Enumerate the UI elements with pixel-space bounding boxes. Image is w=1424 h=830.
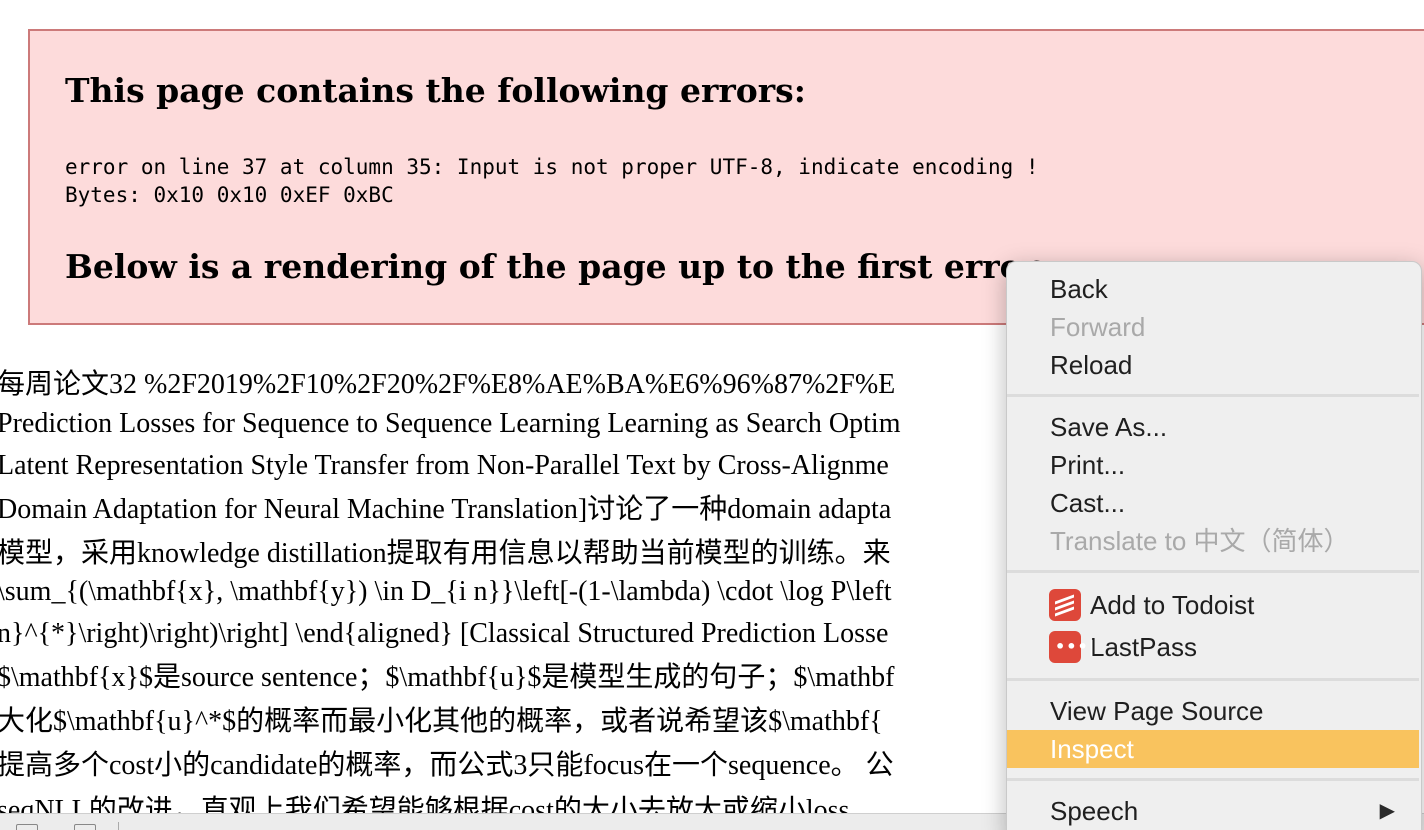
todoist-icon: [1049, 589, 1081, 621]
content-line: seqNLL的改进，直观上我们希望能够根据cost的大小去放大或缩小loss: [0, 795, 850, 813]
content-line: n}^{*}\right)\right)\right] \end{aligned…: [0, 618, 889, 649]
content-line: Domain Adaptation for Neural Machine Tra…: [0, 494, 892, 525]
menu-item-inspect[interactable]: Inspect: [1007, 730, 1419, 768]
menu-item-save-as[interactable]: Save As...: [1007, 408, 1419, 446]
toolbar-toggle-icon[interactable]: [16, 824, 38, 830]
error-detail-line2: Bytes: 0x10 0x10 0xEF 0xBC: [65, 183, 394, 207]
menu-separator: [1007, 678, 1419, 681]
content-line: Latent Representation Style Transfer fro…: [0, 450, 889, 481]
context-menu: Back Forward Reload Save As... Print... …: [1006, 261, 1422, 830]
toolbar-panel-icon[interactable]: [74, 824, 96, 830]
menu-separator: [1007, 570, 1419, 573]
menu-item-translate: Translate to 中文（简体）: [1050, 526, 1350, 556]
menu-item-print[interactable]: Print...: [1007, 446, 1419, 484]
content-line: $\mathbf{x}$是source sentence；$\mathbf{u}…: [0, 662, 895, 693]
content-line: 大化$\mathbf{u}^*$的概率而最小化其他的概率，或者说希望该$\mat…: [0, 706, 883, 737]
menu-item-add-todoist[interactable]: Add to Todoist: [1007, 586, 1419, 624]
toolbar-divider: [118, 822, 119, 830]
content-line: 提高多个cost小的candidate的概率，而公式3只能focus在一个seq…: [0, 750, 894, 781]
lastpass-icon: •••|: [1049, 631, 1095, 663]
menu-item-view-source[interactable]: View Page Source: [1007, 692, 1419, 730]
menu-item-lastpass[interactable]: •••| LastPass: [1007, 628, 1419, 666]
error-detail: error on line 37 at column 35: Input is …: [65, 153, 1039, 209]
menu-separator: [1007, 394, 1419, 397]
error-title: This page contains the following errors:: [65, 71, 806, 110]
menu-item-label: LastPass: [1090, 632, 1197, 662]
content-line: 每周论文32 %2F2019%2F10%2F20%2F%E8%AE%BA%E6%…: [0, 369, 896, 400]
error-detail-line1: error on line 37 at column 35: Input is …: [65, 155, 1039, 179]
menu-item-forward: Forward: [1050, 312, 1146, 342]
menu-item-cast[interactable]: Cast...: [1007, 484, 1419, 522]
content-line: \sum_{(\mathbf{x}, \mathbf{y}) \in D_{i …: [0, 576, 892, 607]
content-line: 模型，采用knowledge distillation提取有用信息以帮助当前模型…: [0, 538, 891, 569]
error-below-heading: Below is a rendering of the page up to t…: [65, 247, 1048, 286]
content-line: Prediction Losses for Sequence to Sequen…: [0, 408, 901, 439]
menu-item-back[interactable]: Back: [1007, 270, 1419, 308]
chevron-right-icon: ▶: [1379, 800, 1395, 822]
menu-separator: [1007, 778, 1419, 781]
menu-item-speech[interactable]: Speech ▶: [1007, 792, 1419, 830]
menu-item-label: Speech: [1050, 796, 1139, 826]
menu-item-reload[interactable]: Reload: [1007, 346, 1419, 384]
menu-item-label: Add to Todoist: [1090, 590, 1255, 620]
